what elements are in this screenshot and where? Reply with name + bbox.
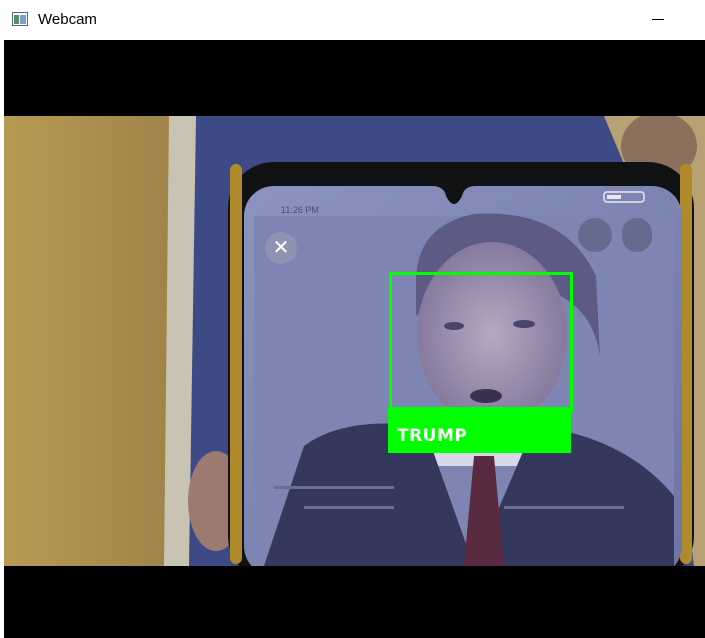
phone-lens-icon xyxy=(578,218,612,252)
phone-close-glyph: ✕ xyxy=(272,237,290,259)
window-title: Webcam xyxy=(38,11,97,28)
webcam-scene xyxy=(4,116,705,566)
window-title-bar: Webcam xyxy=(0,0,705,41)
phone-close-icon: ✕ xyxy=(265,232,297,264)
minimize-button[interactable] xyxy=(640,0,680,40)
phone-status-time: 11:26 PM xyxy=(281,205,319,215)
face-detection-box xyxy=(389,272,573,413)
minimize-icon xyxy=(652,19,664,20)
phone-more-vertical-icon xyxy=(622,218,652,252)
face-detection-label: TRUMP xyxy=(397,426,468,446)
app-window-icon xyxy=(12,12,28,26)
webcam-frame xyxy=(4,116,705,566)
